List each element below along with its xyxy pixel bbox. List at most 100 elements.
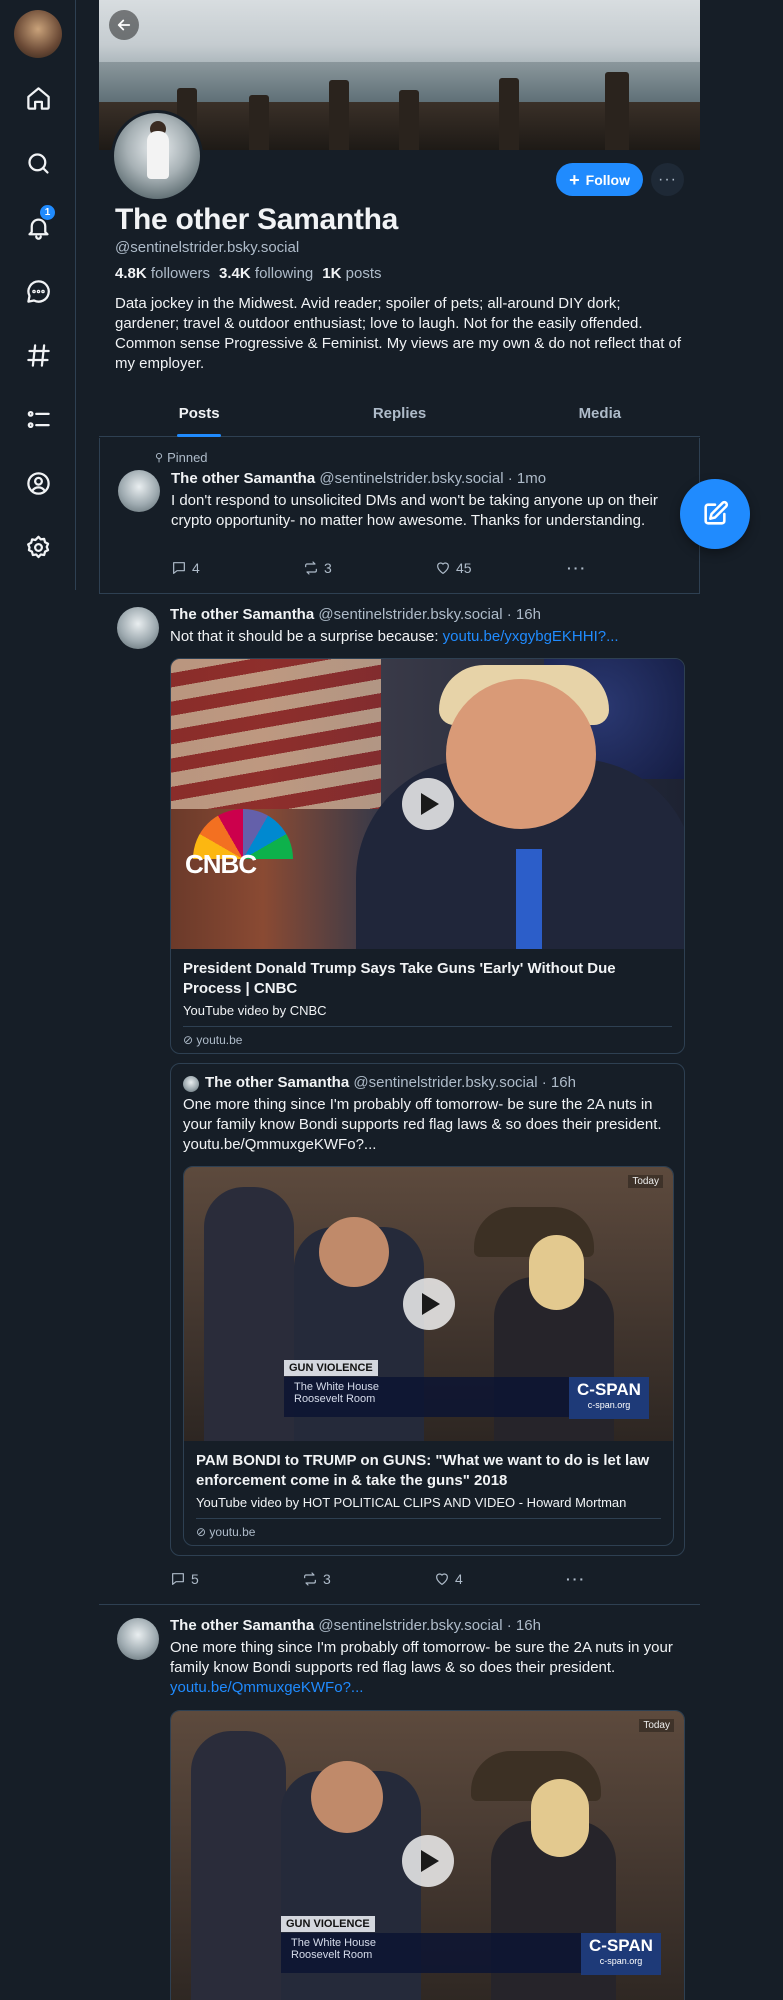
globe-icon: ⊘ xyxy=(183,1033,194,1047)
profile-avatar[interactable] xyxy=(111,110,203,202)
post-more-button[interactable]: ··· xyxy=(567,560,699,576)
pinned-label: ⚲ Pinned xyxy=(155,450,208,465)
cspan-logo: C-SPAN c-span.org xyxy=(581,1933,661,1975)
follow-button[interactable]: + Follow xyxy=(556,163,643,196)
post-handle[interactable]: @sentinelstrider.bsky.social xyxy=(319,470,503,487)
post-more-button[interactable]: ··· xyxy=(566,1571,698,1587)
embed-info: President Donald Trump Says Take Guns 'E… xyxy=(171,949,684,1053)
quote-video-embed[interactable]: GUN VIOLENCE The White House Roosevelt R… xyxy=(183,1166,674,1546)
profile-icon[interactable] xyxy=(18,463,58,503)
embed-description: YouTube video by CNBC xyxy=(183,1003,327,1018)
follow-label: Follow xyxy=(585,171,630,188)
post-avatar[interactable] xyxy=(117,607,159,649)
profile-bio: Data jockey in the Midwest. Avid reader;… xyxy=(115,295,682,372)
video-thumbnail[interactable]: GUN VIOLENCE The White House Roosevelt R… xyxy=(171,1711,684,2000)
embed-domain: ⊘ youtu.be xyxy=(183,1026,672,1047)
tab-replies[interactable]: Replies xyxy=(299,393,499,436)
play-button[interactable] xyxy=(401,1835,454,1887)
cspan-logo: C-SPAN c-span.org xyxy=(569,1377,649,1419)
post-link[interactable]: youtu.be/QmmuxgeKWFo?... xyxy=(170,1679,363,1696)
embed-title: PAM BONDI to TRUMP on GUNS: "What we wan… xyxy=(196,1452,650,1489)
post-author[interactable]: The other Samantha xyxy=(170,606,314,623)
heart-icon xyxy=(436,1573,448,1585)
profile-tabs: Posts Replies Media xyxy=(99,393,700,437)
reply-button[interactable]: 4 xyxy=(171,560,303,576)
embed-description: YouTube video by HOT POLITICAL CLIPS AND… xyxy=(196,1495,627,1510)
more-options-button[interactable]: ··· xyxy=(651,163,684,196)
caption-bar: The White House Roosevelt Room xyxy=(284,1377,584,1417)
post-handle[interactable]: @sentinelstrider.bsky.social xyxy=(318,606,502,623)
left-nav-rail: 1 xyxy=(0,0,76,590)
quote-post[interactable]: The other Samantha @sentinelstrider.bsky… xyxy=(170,1063,685,1556)
search-icon[interactable] xyxy=(18,143,58,183)
heart-icon xyxy=(437,562,449,574)
pinned-post[interactable]: ⚲ Pinned The other Samantha @sentinelstr… xyxy=(99,438,700,594)
post-text: Not that it should be a surprise because… xyxy=(170,628,619,645)
post-handle[interactable]: @sentinelstrider.bsky.social xyxy=(318,1617,502,1634)
post-text: I don't respond to unsolicited DMs and w… xyxy=(171,492,658,529)
play-button[interactable] xyxy=(402,1278,455,1330)
comment-icon xyxy=(172,1573,184,1585)
video-thumbnail[interactable]: CNBC xyxy=(171,659,684,949)
followers-stat[interactable]: 4.8K followers xyxy=(115,265,210,282)
today-label: Today xyxy=(639,1719,674,1732)
post-author[interactable]: The other Samantha xyxy=(170,1617,314,1634)
profile-stats: 4.8K followers 3.4K following 1K posts xyxy=(115,265,382,282)
post-avatar[interactable] xyxy=(118,470,160,512)
video-embed[interactable]: GUN VIOLENCE The White House Roosevelt R… xyxy=(170,1710,685,2000)
caption-tag: GUN VIOLENCE xyxy=(281,1916,375,1932)
home-icon[interactable] xyxy=(18,78,58,118)
repost-icon xyxy=(305,561,317,575)
arrow-left-icon xyxy=(117,19,131,31)
embed-title: President Donald Trump Says Take Guns 'E… xyxy=(183,960,616,997)
post[interactable]: The other Samantha @sentinelstrider.bsky… xyxy=(99,595,700,1605)
compose-button[interactable] xyxy=(680,479,750,549)
posts-stat: 1K posts xyxy=(322,265,382,282)
settings-icon[interactable] xyxy=(18,527,58,567)
tab-posts[interactable]: Posts xyxy=(99,393,299,436)
post-time[interactable]: · 16h xyxy=(507,606,541,623)
repost-icon xyxy=(304,1572,316,1586)
post-link[interactable]: youtu.be/yxgybgEKHHI?... xyxy=(443,628,619,645)
embed-info: PAM BONDI to TRUMP on GUNS: "What we wan… xyxy=(184,1441,673,1545)
comment-icon xyxy=(173,562,185,574)
caption-bar: The White House Roosevelt Room xyxy=(281,1933,581,1973)
compose-icon xyxy=(704,500,729,525)
video-embed[interactable]: CNBC President Donald Trump Says Take Gu… xyxy=(170,658,685,1054)
video-thumbnail[interactable]: GUN VIOLENCE The White House Roosevelt R… xyxy=(184,1167,673,1441)
post-time[interactable]: · 1mo xyxy=(508,470,546,487)
post-text: One more thing since I'm probably off to… xyxy=(170,1639,673,1696)
feeds-icon[interactable] xyxy=(18,335,58,375)
post-actions: 4 3 45 ··· xyxy=(171,560,699,576)
profile-handle: @sentinelstrider.bsky.social xyxy=(115,239,300,256)
my-avatar[interactable] xyxy=(14,10,62,58)
profile-name: The other Samantha xyxy=(115,203,398,236)
post-avatar[interactable] xyxy=(117,1618,159,1660)
notifications-icon[interactable]: 1 xyxy=(18,205,58,247)
quote-author: The other Samantha xyxy=(205,1074,350,1091)
back-button[interactable] xyxy=(109,10,139,40)
post-author[interactable]: The other Samantha xyxy=(171,470,315,487)
post-header: The other Samantha @sentinelstrider.bsky… xyxy=(170,1617,541,1634)
post-time[interactable]: · 16h xyxy=(507,1617,541,1634)
like-button[interactable]: 4 xyxy=(434,1571,566,1587)
repost-button[interactable]: 3 xyxy=(303,560,435,576)
cnbc-logo: CNBC xyxy=(185,849,257,879)
profile-actions: + Follow ··· xyxy=(556,163,684,196)
post-header: The other Samantha @sentinelstrider.bsky… xyxy=(170,606,541,623)
repost-button[interactable]: 3 xyxy=(302,1571,434,1587)
post-header: The other Samantha @sentinelstrider.bsky… xyxy=(171,470,546,487)
following-stat[interactable]: 3.4K following xyxy=(219,265,313,282)
main-column: + Follow ··· The other Samantha @sentine… xyxy=(99,0,700,2000)
post[interactable]: The other Samantha @sentinelstrider.bsky… xyxy=(99,1606,700,2000)
like-button[interactable]: 45 xyxy=(435,560,567,576)
quote-handle: @sentinelstrider.bsky.social xyxy=(353,1074,538,1091)
lists-icon[interactable] xyxy=(18,399,58,439)
play-button[interactable] xyxy=(401,778,454,830)
tab-media[interactable]: Media xyxy=(500,393,700,436)
embed-domain: ⊘ youtu.be xyxy=(196,1518,661,1539)
quote-header: The other Samantha @sentinelstrider.bsky… xyxy=(205,1074,576,1091)
chat-icon[interactable] xyxy=(18,271,58,311)
reply-button[interactable]: 5 xyxy=(170,1571,302,1587)
pin-icon: ⚲ xyxy=(155,452,164,464)
